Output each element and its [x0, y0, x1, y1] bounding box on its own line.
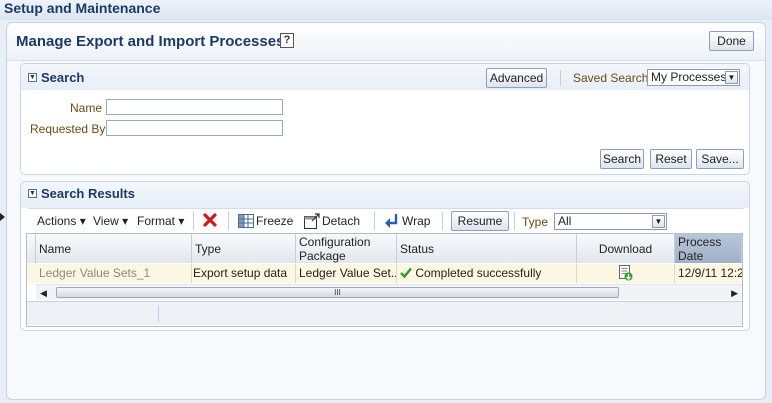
freeze-button[interactable]: Freeze: [256, 214, 293, 228]
page-header: Manage Export and Import Processes ? Don…: [7, 23, 765, 61]
view-menu-label: View: [93, 214, 119, 228]
saved-search-separator: [560, 70, 561, 86]
column-header-download[interactable]: Download: [577, 234, 675, 263]
row-process-date: 12/9/11 12:2: [678, 266, 742, 280]
format-menu-label: Format: [137, 214, 176, 228]
type-filter-label: Type: [522, 215, 549, 229]
chevron-down-icon: ▼: [652, 215, 665, 228]
row-status: Completed successfully: [397, 264, 577, 283]
wrap-icon[interactable]: [384, 213, 400, 232]
type-filter-select[interactable]: All ▼: [554, 213, 667, 230]
footer-divider: [158, 306, 159, 322]
advanced-button[interactable]: Advanced: [486, 68, 547, 88]
wrap-button[interactable]: Wrap: [402, 214, 430, 228]
requested-by-field[interactable]: [106, 120, 283, 136]
scroll-left-icon[interactable]: ◀: [40, 288, 47, 299]
reset-button-label: Reset: [655, 152, 687, 166]
column-header-configuration-package[interactable]: Configuration Package: [296, 234, 397, 263]
disclose-icon[interactable]: ▼: [28, 189, 37, 198]
search-section-title: Search: [41, 70, 85, 85]
format-menu[interactable]: Format ▾: [137, 214, 184, 228]
disclose-icon[interactable]: ▼: [28, 73, 37, 82]
row-status-label: Completed successfully: [415, 266, 542, 280]
results-section-title: Search Results: [41, 186, 135, 201]
resume-button[interactable]: Resume: [451, 211, 509, 231]
saved-search-value: My Processes: [651, 70, 727, 84]
row-type: Export setup data: [190, 264, 296, 283]
advanced-button-label: Advanced: [489, 71, 544, 85]
column-header-name[interactable]: Name: [36, 234, 192, 263]
detach-button[interactable]: Detach: [322, 214, 360, 228]
toolbar-separator: [514, 212, 515, 230]
checkmark-icon: [400, 267, 412, 279]
download-icon[interactable]: [618, 265, 633, 283]
delete-icon[interactable]: [202, 212, 218, 231]
column-header-process-date[interactable]: Process Date: [675, 234, 742, 263]
toolbar-separator: [442, 212, 443, 230]
type-filter-value: All: [558, 214, 572, 228]
row-download: [577, 264, 675, 283]
column-header-status[interactable]: Status: [397, 234, 577, 263]
name-field[interactable]: [106, 99, 283, 115]
actions-menu-label: Actions: [37, 214, 77, 228]
row-header-corner: [27, 234, 36, 263]
horizontal-scrollbar[interactable]: ◀ III ▶: [36, 284, 742, 300]
actions-menu[interactable]: Actions ▾: [37, 214, 86, 228]
scroll-thumb[interactable]: III: [56, 287, 619, 298]
help-icon[interactable]: ?: [280, 33, 294, 48]
freeze-icon[interactable]: [238, 214, 254, 231]
chevron-down-icon: ▼: [725, 71, 738, 84]
page-title: Manage Export and Import Processes: [16, 33, 285, 50]
table-footer: [27, 301, 742, 325]
column-header-type[interactable]: Type: [192, 234, 296, 263]
scroll-grip: III: [334, 288, 341, 297]
toolbar-divider: [28, 208, 744, 209]
requested-by-label: Requested By: [30, 122, 106, 136]
saved-search-select[interactable]: My Processes ▼: [647, 69, 740, 86]
detach-icon[interactable]: [304, 213, 320, 232]
row-name-link[interactable]: Ledger Value Sets_1: [36, 264, 192, 283]
toolbar-separator: [374, 212, 375, 230]
search-button-label: Search: [602, 152, 642, 166]
scroll-right-icon[interactable]: ▶: [731, 288, 738, 299]
toolbar-separator: [228, 212, 229, 230]
name-label: Name: [70, 101, 103, 115]
save-button-label: Save...: [701, 152, 739, 166]
app-title: Setup and Maintenance: [0, 0, 772, 20]
done-button-label: Done: [717, 34, 746, 48]
row-package: Ledger Value Set...: [296, 264, 397, 283]
saved-search-label: Saved Search: [573, 71, 649, 85]
resume-button-label: Resume: [457, 214, 503, 228]
save-button[interactable]: Save...: [696, 149, 744, 169]
view-menu[interactable]: View ▾: [93, 214, 128, 228]
done-button[interactable]: Done: [709, 31, 754, 51]
reset-button[interactable]: Reset: [650, 149, 692, 169]
toolbar-separator: [193, 212, 194, 230]
search-button[interactable]: Search: [600, 149, 644, 169]
